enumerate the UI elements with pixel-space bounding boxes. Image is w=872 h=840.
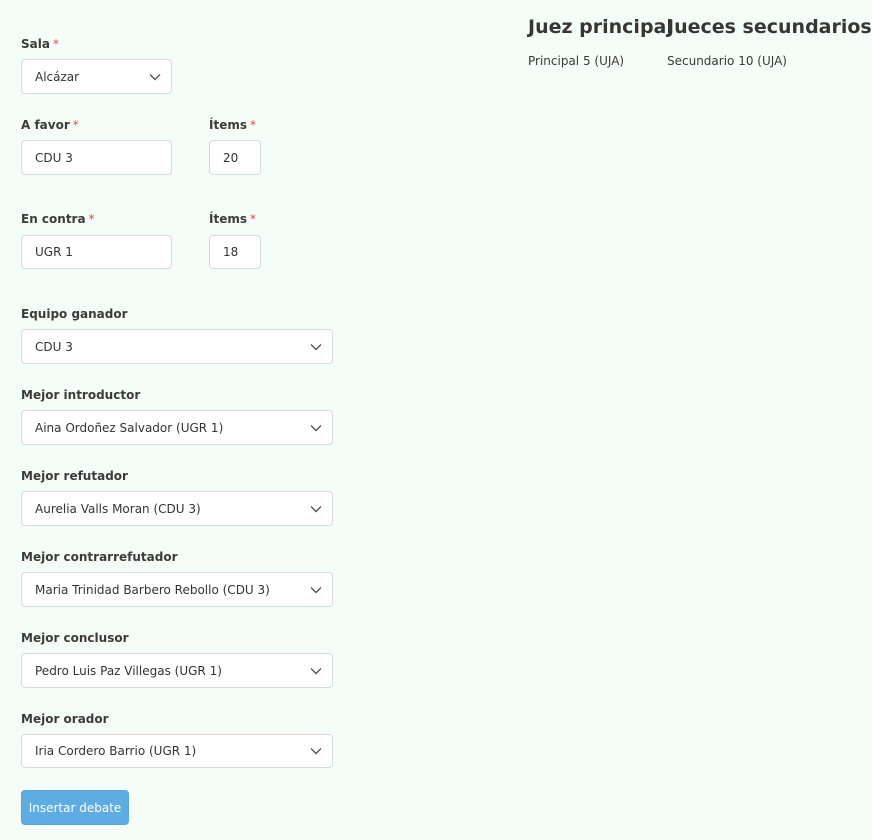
chevron-down-icon bbox=[310, 667, 322, 675]
mejor-refutador-label: Mejor refutador bbox=[21, 469, 128, 483]
chevron-down-icon bbox=[310, 343, 322, 351]
juez-principal-heading: Juez principal bbox=[528, 16, 673, 38]
jueces-secundarios-heading: Jueces secundarios bbox=[667, 16, 872, 38]
required-mark: * bbox=[250, 212, 256, 226]
chevron-down-icon bbox=[310, 747, 322, 755]
a-favor-input-value: CDU 3 bbox=[35, 150, 73, 165]
en-contra-input[interactable]: UGR 1 bbox=[21, 235, 172, 269]
required-mark: * bbox=[88, 212, 95, 226]
mejor-introductor-value: Aina Ordoñez Salvador (UGR 1) bbox=[35, 420, 224, 435]
en-contra-items-value: 18 bbox=[223, 245, 239, 259]
en-contra-label-text: En contra bbox=[21, 212, 86, 226]
mejor-conclusor-label: Mejor conclusor bbox=[21, 631, 129, 645]
en-contra-input-value: UGR 1 bbox=[35, 245, 73, 259]
equipo-ganador-label: Equipo ganador bbox=[21, 307, 128, 321]
juez-principal-name: Principal 5 (UJA) bbox=[528, 54, 625, 68]
chevron-down-icon bbox=[310, 424, 322, 432]
sala-select[interactable]: Alcázar bbox=[21, 59, 172, 94]
mejor-refutador-select[interactable]: Aurelia Valls Moran (CDU 3) bbox=[21, 491, 333, 526]
sala-select-value: Alcázar bbox=[35, 69, 80, 84]
mejor-orador-value: Iria Cordero Barrio (UGR 1) bbox=[35, 744, 197, 758]
mejor-orador-label: Mejor orador bbox=[21, 712, 109, 726]
mejor-conclusor-value: Pedro Luis Paz Villegas (UGR 1) bbox=[35, 663, 222, 678]
required-mark: * bbox=[52, 37, 59, 51]
en-contra-items-input[interactable]: 18 bbox=[209, 235, 261, 269]
mejor-conclusor-select[interactable]: Pedro Luis Paz Villegas (UGR 1) bbox=[21, 653, 333, 688]
a-favor-input[interactable]: CDU 3 bbox=[21, 140, 172, 175]
equipo-ganador-select[interactable]: CDU 3 bbox=[21, 329, 333, 364]
en-contra-items-label: Ítems * bbox=[209, 211, 256, 227]
a-favor-items-label-text: Ítems bbox=[209, 118, 247, 132]
sala-label: Sala * bbox=[21, 36, 59, 52]
insertar-debate-button[interactable]: Insertar debate bbox=[21, 790, 129, 825]
required-mark: * bbox=[72, 118, 79, 132]
mejor-refutador-value: Aurelia Valls Moran (CDU 3) bbox=[35, 501, 201, 516]
chevron-down-icon bbox=[310, 586, 322, 594]
a-favor-items-input[interactable]: 20 bbox=[209, 140, 261, 175]
juez-secundario-name: Secundario 10 (UJA) bbox=[667, 54, 787, 68]
mejor-introductor-label: Mejor introductor bbox=[21, 388, 141, 402]
en-contra-items-label-text: Ítems bbox=[209, 212, 247, 226]
mejor-orador-select[interactable]: Iria Cordero Barrio (UGR 1) bbox=[21, 734, 333, 768]
a-favor-items-label: Ítems * bbox=[209, 117, 256, 133]
a-favor-label-text: A favor bbox=[21, 118, 70, 132]
a-favor-items-value: 20 bbox=[223, 150, 239, 165]
mejor-contrarrefutador-label: Mejor contrarrefutador bbox=[21, 550, 178, 564]
chevron-down-icon bbox=[149, 73, 161, 81]
equipo-ganador-value: CDU 3 bbox=[35, 339, 73, 354]
mejor-contrarrefutador-select[interactable]: Maria Trinidad Barbero Rebollo (CDU 3) bbox=[21, 572, 333, 607]
chevron-down-icon bbox=[310, 505, 322, 513]
mejor-introductor-select[interactable]: Aina Ordoñez Salvador (UGR 1) bbox=[21, 410, 333, 445]
en-contra-label: En contra * bbox=[21, 211, 95, 227]
mejor-contrarrefutador-value: Maria Trinidad Barbero Rebollo (CDU 3) bbox=[35, 582, 270, 597]
a-favor-label: A favor * bbox=[21, 117, 79, 133]
required-mark: * bbox=[250, 118, 256, 132]
sala-label-text: Sala bbox=[21, 37, 50, 51]
